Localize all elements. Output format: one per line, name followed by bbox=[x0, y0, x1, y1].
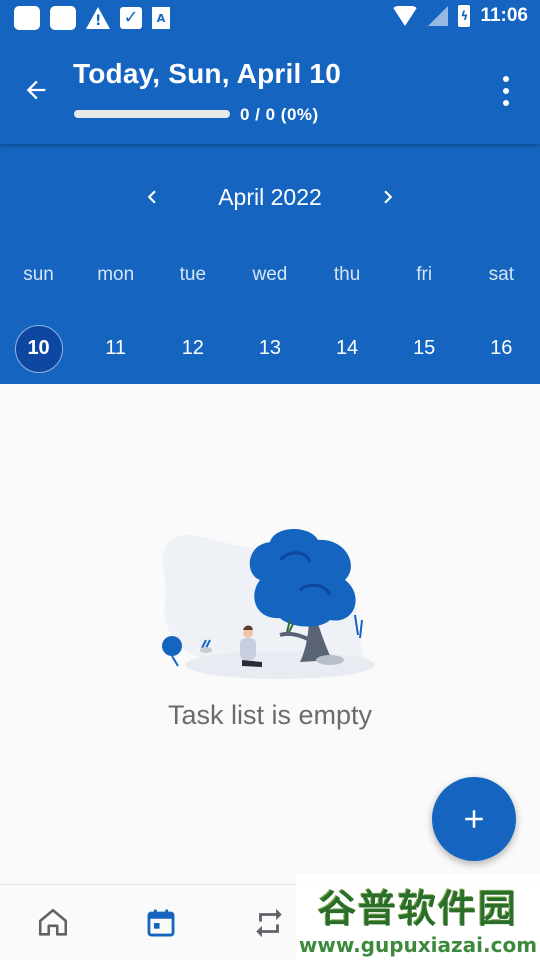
date-number: 11 bbox=[105, 337, 127, 359]
add-task-button[interactable] bbox=[432, 777, 516, 861]
watermark-title: 谷普软件园 bbox=[317, 886, 518, 931]
repeat-icon bbox=[256, 908, 282, 938]
date-row: 10 11 12 13 14 15 16 bbox=[0, 324, 540, 373]
next-month-button[interactable] bbox=[373, 182, 403, 212]
nav-home[interactable] bbox=[33, 903, 73, 943]
nav-repeat[interactable] bbox=[249, 903, 289, 943]
page-title: Today, Sun, April 10 bbox=[73, 58, 341, 89]
date-cell[interactable]: 12 bbox=[154, 324, 231, 372]
system-icons: ϟ 11:06 bbox=[392, 5, 528, 27]
empty-state-illustration bbox=[162, 528, 375, 679]
back-button[interactable] bbox=[18, 72, 54, 108]
chevron-left-icon bbox=[147, 190, 156, 204]
nav-calendar[interactable] bbox=[141, 903, 181, 943]
weekday-label: mon bbox=[97, 264, 135, 285]
date-cell[interactable]: 13 bbox=[231, 324, 308, 372]
weekday-row: sun mon tue wed thu fri sat bbox=[0, 264, 540, 286]
notification-square-icon bbox=[50, 6, 76, 30]
weekday-label: sun bbox=[23, 264, 54, 285]
arrow-back-icon bbox=[26, 80, 46, 100]
home-icon bbox=[38, 908, 68, 936]
wifi-icon bbox=[392, 6, 419, 26]
weekday-label: thu bbox=[333, 264, 361, 285]
weekday-label: wed bbox=[252, 264, 288, 285]
watermark-url: www.gupuxiazai.com bbox=[298, 932, 538, 957]
more-options-button[interactable] bbox=[494, 76, 518, 106]
notification-square-icon bbox=[14, 6, 40, 30]
empty-state-message: Task list is empty bbox=[167, 700, 373, 730]
date-number: 10 bbox=[14, 325, 63, 373]
clock: 11:06 bbox=[480, 5, 528, 26]
date-cell[interactable]: 16 bbox=[463, 324, 540, 372]
app-a-icon: A bbox=[152, 7, 170, 29]
progress-bar bbox=[74, 110, 230, 118]
date-number: 14 bbox=[335, 337, 359, 359]
weekday-label: sat bbox=[488, 264, 514, 285]
watermark: 谷普软件园 www.gupuxiazai.com bbox=[296, 874, 540, 960]
weekday-label: tue bbox=[179, 264, 207, 285]
month-label: April 2022 bbox=[218, 184, 322, 210]
app-bar: Today, Sun, April 10 0 / 0 (0%) bbox=[0, 36, 540, 144]
date-cell[interactable]: 15 bbox=[386, 324, 463, 372]
battery-charging-icon: ϟ bbox=[458, 5, 471, 27]
previous-month-button[interactable] bbox=[137, 182, 167, 212]
warning-icon bbox=[86, 7, 110, 29]
date-number: 13 bbox=[258, 337, 282, 359]
status-bar: ✓ A ϟ 11:06 bbox=[0, 0, 540, 36]
chevron-right-icon bbox=[384, 190, 393, 204]
checkbox-icon: ✓ bbox=[120, 7, 142, 29]
weekday-label: fri bbox=[416, 264, 433, 285]
date-number: 16 bbox=[490, 337, 513, 359]
more-vert-icon bbox=[503, 76, 509, 82]
week-calendar: April 2022 sun mon tue wed thu fri sat 1… bbox=[0, 144, 540, 384]
date-cell[interactable]: 11 bbox=[77, 324, 154, 372]
signal-off-icon bbox=[428, 6, 449, 26]
add-icon bbox=[465, 810, 483, 828]
progress-text: 0 / 0 (0%) bbox=[240, 105, 319, 124]
date-number: 15 bbox=[413, 337, 436, 359]
date-cell-selected[interactable]: 10 bbox=[0, 324, 77, 373]
notification-icons: ✓ A bbox=[14, 6, 170, 30]
date-cell[interactable]: 14 bbox=[309, 324, 386, 372]
calendar-icon bbox=[147, 909, 175, 937]
date-number: 12 bbox=[181, 337, 204, 359]
